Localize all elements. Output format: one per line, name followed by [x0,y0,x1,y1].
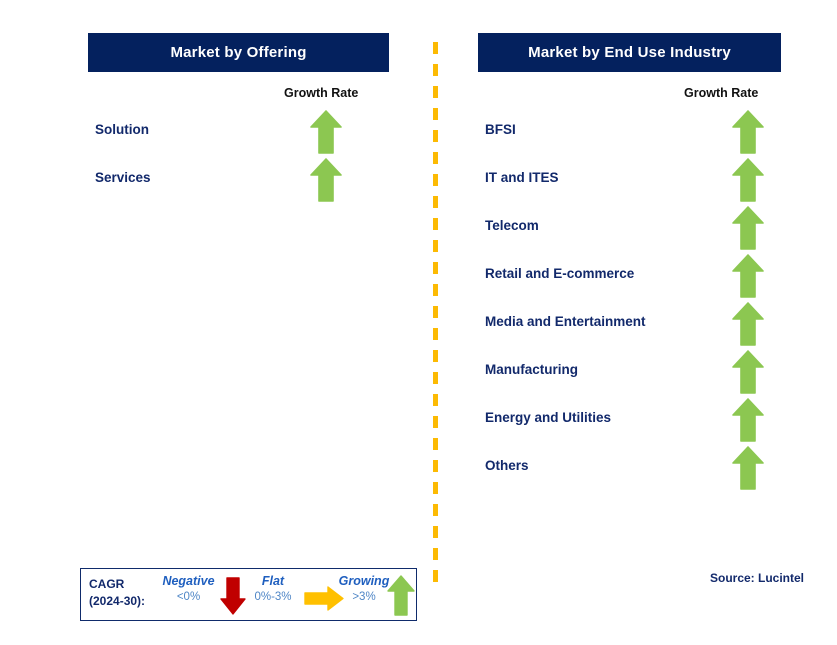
list-item: Energy and Utilities [485,398,805,446]
cagr-legend: CAGR (2024-30): Negative <0% Flat 0%-3% … [80,568,417,621]
list-item: IT and ITES [485,158,805,206]
arrow-up-icon [310,110,342,154]
panel-title-text: Market by End Use Industry [528,44,731,61]
list-item: Manufacturing [485,350,805,398]
list-item: Telecom [485,206,805,254]
panel-title-text: Market by Offering [170,44,307,61]
list-item: Retail and E-commerce [485,254,805,302]
legend-label: Flat [261,574,285,588]
arrow-up-icon [310,158,342,202]
row-label: Solution [95,122,149,137]
row-label: IT and ITES [485,170,559,185]
list-item: Media and Entertainment [485,302,805,350]
list-item: Services [95,158,395,206]
arrow-up-icon [732,350,764,394]
arrow-up-icon [732,110,764,154]
growth-rate-label-right: Growth Rate [684,86,759,100]
arrow-up-icon [732,254,764,298]
row-label: Telecom [485,218,539,233]
row-label: Media and Entertainment [485,314,646,329]
arrow-up-icon [732,398,764,442]
legend-title-line1: CAGR [89,577,125,591]
source-note: Source: Lucintel [710,571,805,585]
row-label: Energy and Utilities [485,410,612,425]
legend-item-negative: Negative <0% [151,574,226,603]
legend-title: CAGR (2024-30): [89,576,145,610]
list-item: Solution [95,110,395,158]
legend-label: Negative [162,574,215,588]
legend-item-flat: Flat 0%-3% [238,574,308,603]
row-label: Services [95,170,151,185]
list-item: Others [485,446,805,494]
row-label: Manufacturing [485,362,578,377]
arrow-up-icon [387,575,415,621]
arrow-up-icon [732,158,764,202]
vertical-dashed-divider [433,42,438,587]
row-label: BFSI [485,122,516,137]
panel-header-market-by-end-use-industry: Market by End Use Industry [478,33,781,72]
row-label: Others [485,458,529,473]
arrow-up-icon [732,302,764,346]
list-item: BFSI [485,110,805,158]
arrow-up-icon [732,206,764,250]
row-label: Retail and E-commerce [485,266,635,281]
panel-header-market-by-offering: Market by Offering [88,33,389,72]
offering-row-list: Solution Services [95,110,395,206]
arrow-up-icon [732,446,764,490]
end-use-industry-row-list: BFSI IT and ITES Telecom Retail and E-co… [485,110,805,494]
growth-rate-label-left: Growth Rate [284,86,359,100]
legend-value: 0%-3% [254,591,292,603]
legend-value: <0% [176,591,201,603]
legend-title-line2: (2024-30): [89,594,146,608]
